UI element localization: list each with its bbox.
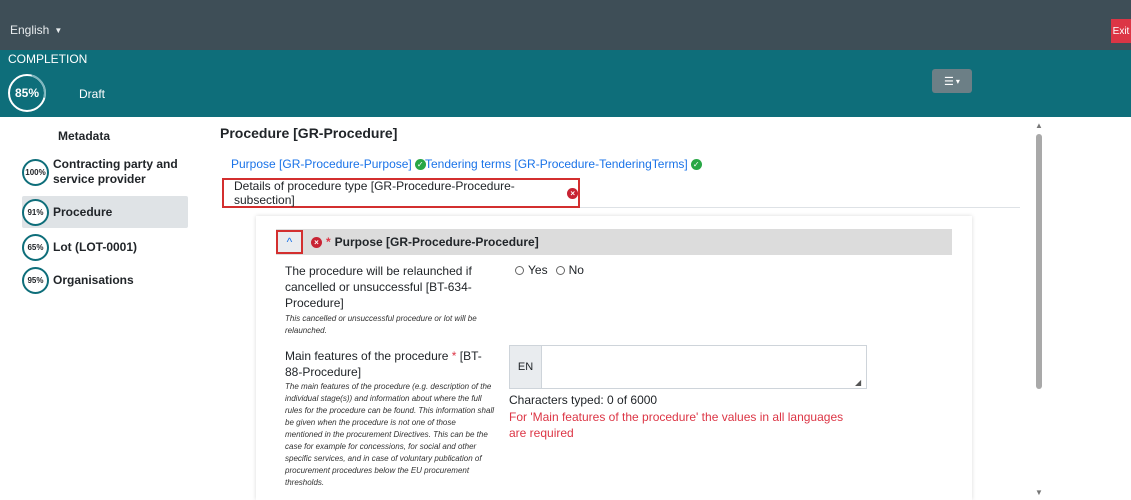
sidebar-item-contracting-party[interactable]: 100% Contracting party and service provi…	[22, 154, 188, 190]
sidebar-item-label: Contracting party and service provider	[53, 157, 178, 186]
progress-badge: 100%	[22, 158, 49, 186]
scroll-down-icon[interactable]: ▼	[1035, 488, 1043, 497]
tab-label: Tendering terms [GR-Procedure-TenderingT…	[425, 157, 688, 171]
completion-label: COMPLETION	[8, 52, 88, 66]
scrollbar-thumb[interactable]	[1036, 134, 1042, 389]
sidebar-item-procedure[interactable]: 91% Procedure	[22, 196, 188, 228]
tab-divider	[580, 207, 1020, 208]
tab-label: Details of procedure type [GR-Procedure-…	[234, 179, 515, 207]
error-circle-icon: ×	[311, 236, 322, 248]
radio-yes-label: Yes	[528, 263, 548, 277]
relaunch-radio-group: Yes No	[515, 263, 584, 277]
sliders-icon: ☰	[944, 75, 954, 88]
section-title: × * Purpose [GR-Procedure-Procedure]	[311, 235, 539, 249]
validation-error: For 'Main features of the procedure' the…	[509, 410, 844, 440]
check-circle-icon: ✓	[690, 158, 702, 170]
sidebar-item-label: Lot (LOT-0001)	[53, 240, 138, 254]
tab-procedure-details[interactable]: Details of procedure type [GR-Procedure-…	[222, 178, 580, 208]
error-circle-icon: ×	[567, 187, 578, 199]
required-marker: *	[326, 235, 331, 249]
character-counter: Characters typed: 0 of 6000	[509, 393, 658, 407]
status-draft: Draft	[79, 87, 106, 101]
main-features-field-help: The main features of the procedure (e.g.…	[285, 382, 495, 487]
sidebar-item-label: Organisations	[53, 273, 134, 287]
caret-down-icon: ▾	[955, 76, 960, 86]
progress-badge: 65%	[22, 233, 49, 261]
radio-no[interactable]	[555, 265, 565, 275]
caret-down-icon: ▼	[54, 25, 63, 35]
settings-dropdown-button[interactable]: ☰ ▾	[932, 69, 972, 93]
tab-tendering-terms[interactable]: Tendering terms [GR-Procedure-TenderingT…	[425, 157, 702, 171]
completion-indicator: 85%	[8, 74, 46, 112]
sidebar-item-organisations[interactable]: 95% Organisations	[22, 266, 188, 294]
sidebar-title: Metadata	[58, 129, 111, 143]
resize-handle-icon[interactable]: ◢	[855, 378, 861, 387]
chevron-up-icon: ^	[286, 235, 293, 249]
language-selector[interactable]: English ▼	[10, 23, 62, 37]
language-prefix: EN	[510, 346, 542, 388]
exit-button[interactable]: Exit	[1111, 19, 1131, 43]
radio-no-label: No	[568, 263, 584, 277]
section-title-text: Purpose [GR-Procedure-Procedure]	[334, 235, 539, 249]
main-features-field-label: Main features of the procedure * [BT-88-…	[285, 348, 495, 380]
radio-yes[interactable]	[515, 265, 524, 275]
progress-badge: 95%	[22, 266, 49, 294]
top-bar	[0, 0, 1131, 50]
relaunch-field-help: This cancelled or unsuccessful procedure…	[285, 314, 477, 335]
label-text: Main features of the procedure	[285, 349, 452, 363]
tab-label: Purpose [GR-Procedure-Purpose]	[231, 157, 412, 171]
sidebar-item-label: Procedure	[53, 205, 113, 219]
language-label: English	[10, 23, 50, 37]
tab-purpose[interactable]: Purpose [GR-Procedure-Purpose] ✓	[231, 157, 426, 171]
relaunch-field-label: The procedure will be relaunched if canc…	[285, 264, 472, 310]
sidebar-item-lot[interactable]: 65% Lot (LOT-0001)	[22, 233, 188, 261]
progress-badge: 91%	[22, 198, 49, 226]
main-features-textarea[interactable]	[509, 345, 867, 389]
collapse-toggle-button[interactable]: ^	[276, 230, 303, 254]
page-title: Procedure [GR-Procedure]	[220, 125, 398, 141]
scroll-up-icon[interactable]: ▲	[1035, 121, 1043, 130]
